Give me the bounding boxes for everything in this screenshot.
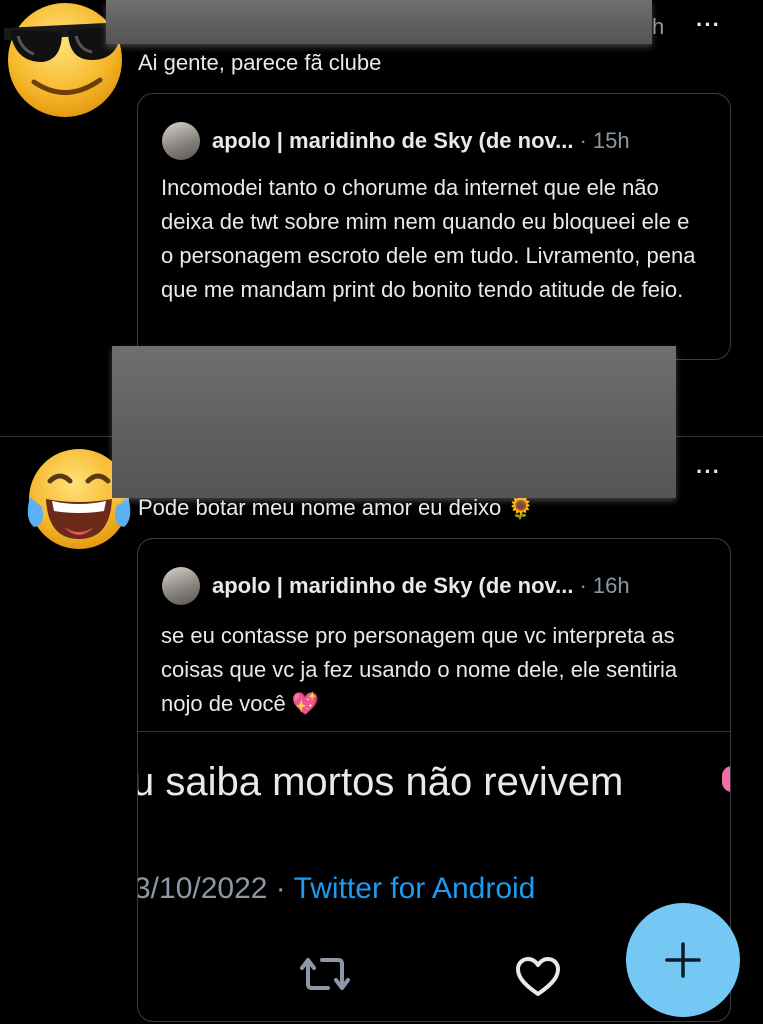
quote-author[interactable]: apolo | maridinho de Sky (de nov...: [212, 572, 573, 600]
quote-text: Incomodei tanto o chorume da internet qu…: [161, 175, 696, 302]
quote-tweet[interactable]: apolo | maridinho de Sky (de nov... · 15…: [137, 93, 731, 360]
compose-tweet-button[interactable]: [626, 903, 740, 1017]
embedded-date: 3/10/2022 ·: [137, 872, 286, 905]
tweet-2[interactable]: ··· Pode botar meu nome amor eu deixo 🌻 …: [0, 437, 763, 1024]
redacted-header: [106, 0, 652, 44]
avatar: [162, 567, 200, 605]
embedded-source-link[interactable]: Twitter for Android: [294, 872, 536, 905]
redacted-block: [112, 346, 676, 498]
tweet-1[interactable]: h ··· Ai gente, parece fã clube apolo | …: [0, 0, 763, 498]
more-options-icon[interactable]: ···: [696, 14, 721, 36]
quote-header: apolo | maridinho de Sky (de nov... · 15…: [162, 122, 630, 160]
avatar: [162, 122, 200, 160]
quote-time[interactable]: · 15h: [579, 127, 629, 155]
header-time-suffix: h: [652, 14, 665, 39]
embedded-meta: 3/10/2022 · Twitter for Android: [137, 872, 536, 906]
tweet-text: Ai gente, parece fã clube: [138, 50, 382, 75]
embedded-text: u saiba mortos não revivem: [137, 760, 624, 804]
quote-header: apolo | maridinho de Sky (de nov... · 16…: [162, 567, 630, 605]
heart-icon[interactable]: [514, 956, 562, 998]
quote-time[interactable]: · 16h: [579, 572, 629, 600]
plus-icon: [665, 942, 701, 978]
quote-text: se eu contasse pro personagem que vc int…: [161, 623, 678, 716]
retweet-icon[interactable]: [298, 952, 352, 996]
embedded-heart-fragment: [722, 766, 730, 792]
more-options-icon[interactable]: ···: [696, 461, 721, 483]
quote-author[interactable]: apolo | maridinho de Sky (de nov...: [212, 127, 573, 155]
